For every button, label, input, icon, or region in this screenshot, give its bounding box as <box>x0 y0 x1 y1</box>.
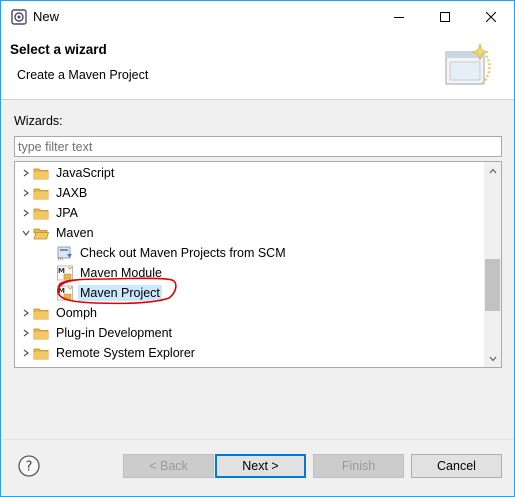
maven-project-icon: M <box>57 285 73 301</box>
tree-item-jpa[interactable]: JPA <box>19 203 80 223</box>
wizard-tree[interactable]: JavaScript JAXB JPA Maven m Check out Ma… <box>14 161 502 368</box>
maximize-button[interactable] <box>422 1 468 32</box>
title-bar[interactable]: New <box>1 1 514 32</box>
minimize-button[interactable] <box>376 1 422 32</box>
tree-item-label: JPA <box>56 206 78 220</box>
folder-open-icon <box>33 225 49 241</box>
tree-item-label: Check out Maven Projects from SCM <box>80 246 286 260</box>
close-button[interactable] <box>468 1 514 32</box>
chevron-right-icon[interactable] <box>19 186 33 200</box>
tree-item-label: Maven Project <box>78 285 162 301</box>
back-button[interactable]: < Back <box>123 454 214 478</box>
tree-item-label: Oomph <box>56 306 97 320</box>
tree-item-maven[interactable]: Maven <box>19 223 96 243</box>
maven-module-icon: M <box>57 265 73 281</box>
tree-item-plugin-development[interactable]: Plug-in Development <box>19 323 174 343</box>
tree-item-label: Plug-in Development <box>56 326 173 340</box>
tree-scrollbar[interactable] <box>484 162 501 367</box>
tree-item-oomph[interactable]: Oomph <box>19 303 99 323</box>
scroll-thumb[interactable] <box>485 259 500 311</box>
tree-item-remote-system-explorer[interactable]: Remote System Explorer <box>19 343 197 363</box>
tree-item-label: Maven <box>56 226 94 240</box>
cancel-button[interactable]: Cancel <box>411 454 502 478</box>
scroll-up-icon[interactable] <box>484 162 501 179</box>
scroll-down-icon[interactable] <box>484 350 501 367</box>
wizard-header: Select a wizard Create a Maven Project <box>1 32 514 100</box>
folder-icon <box>33 205 49 221</box>
tree-item-label: JAXB <box>56 186 88 200</box>
wizards-label: Wizards: <box>14 114 63 128</box>
new-wizard-graphic-icon <box>442 42 494 92</box>
chevron-down-icon[interactable] <box>19 226 33 240</box>
filter-input[interactable] <box>14 136 502 157</box>
next-button[interactable]: Next > <box>215 454 306 478</box>
svg-text:m: m <box>58 257 63 262</box>
page-description: Create a Maven Project <box>17 68 149 82</box>
chevron-right-icon[interactable] <box>19 306 33 320</box>
help-icon[interactable]: ? <box>17 454 41 478</box>
footer-divider <box>1 439 514 440</box>
folder-icon <box>33 325 49 341</box>
chevron-right-icon[interactable] <box>19 326 33 340</box>
folder-icon <box>33 165 49 181</box>
tree-item-label: JavaScript <box>56 166 115 180</box>
finish-button[interactable]: Finish <box>313 454 404 478</box>
tree-item-label: Maven Module <box>80 266 162 280</box>
tree-item-jaxb[interactable]: JAXB <box>19 183 89 203</box>
tree-item-label: Remote System Explorer <box>56 346 195 360</box>
tree-item-maven-module[interactable]: M Maven Module <box>57 263 164 283</box>
folder-icon <box>33 345 49 361</box>
new-wizard-dialog: New Select a wizard Create a Maven Proje… <box>0 0 515 497</box>
tree-item-maven-project[interactable]: M Maven Project <box>57 283 162 303</box>
svg-text:?: ? <box>26 460 33 475</box>
window-title: New <box>33 9 60 24</box>
chevron-right-icon[interactable] <box>19 166 33 180</box>
chevron-right-icon[interactable] <box>19 206 33 220</box>
page-title: Select a wizard <box>10 42 107 57</box>
tree-item-checkout-maven-scm[interactable]: m Check out Maven Projects from SCM <box>57 243 288 263</box>
eclipse-app-icon <box>11 8 27 25</box>
chevron-right-icon[interactable] <box>19 346 33 360</box>
folder-icon <box>33 185 49 201</box>
tree-item-javascript[interactable]: JavaScript <box>19 163 116 183</box>
maven-checkout-icon: m <box>57 245 73 261</box>
folder-icon <box>33 305 49 321</box>
